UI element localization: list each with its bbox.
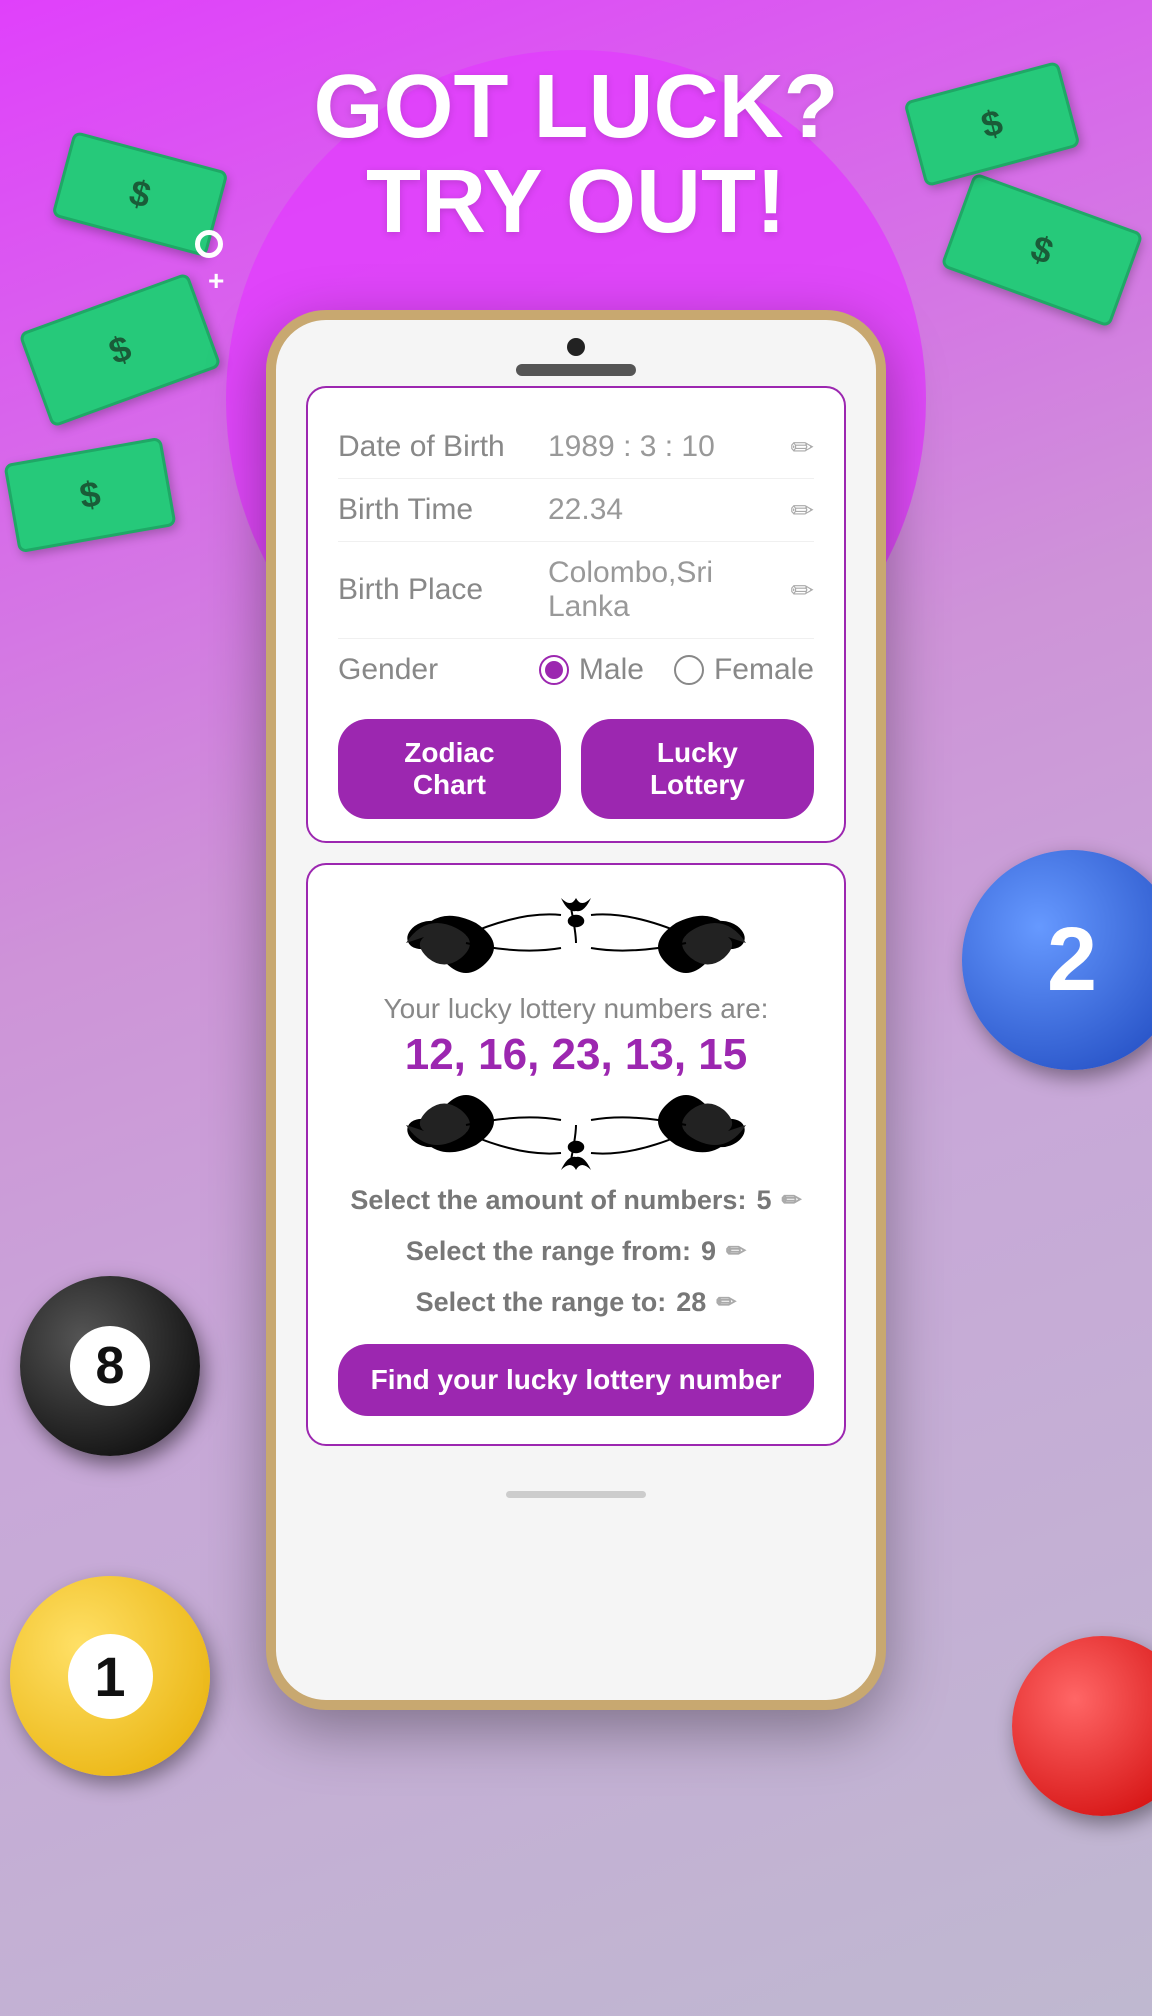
gender-label: Gender bbox=[338, 653, 539, 687]
lottery-card: Your lucky lottery numbers are: 12, 16, … bbox=[306, 863, 846, 1446]
birthplace-row: Birth Place Colombo,Sri Lanka ✏ bbox=[338, 542, 814, 639]
dob-value: 1989 : 3 : 10 bbox=[548, 430, 783, 464]
gender-female-option[interactable]: Female bbox=[674, 653, 814, 687]
find-lucky-number-button[interactable]: Find your lucky lottery number bbox=[338, 1344, 814, 1416]
gender-male-dot bbox=[545, 661, 563, 679]
dot-circle bbox=[195, 230, 223, 258]
gender-male-label: Male bbox=[579, 653, 644, 687]
ornament-top bbox=[406, 893, 746, 983]
amount-label: Select the amount of numbers: bbox=[350, 1185, 746, 1216]
zodiac-chart-button[interactable]: Zodiac Chart bbox=[338, 719, 561, 819]
header-line2: TRY OUT! bbox=[0, 155, 1152, 250]
home-indicator bbox=[506, 1491, 646, 1498]
range-from-row: Select the range from: 9 ✏ bbox=[338, 1236, 814, 1267]
dob-label: Date of Birth bbox=[338, 430, 548, 464]
birthplace-label: Birth Place bbox=[338, 573, 548, 607]
info-card: Date of Birth 1989 : 3 : 10 ✏ Birth Time… bbox=[306, 386, 846, 843]
header: GOT LUCK? TRY OUT! bbox=[0, 60, 1152, 249]
gender-female-label: Female bbox=[714, 653, 814, 687]
header-line1: GOT LUCK? bbox=[0, 60, 1152, 155]
lucky-numbers: 12, 16, 23, 13, 15 bbox=[405, 1030, 748, 1080]
amount-value: 5 bbox=[756, 1185, 771, 1216]
birthplace-value: Colombo,Sri Lanka bbox=[548, 556, 783, 624]
gender-options: Male Female bbox=[539, 653, 814, 687]
gender-row: Gender Male Female bbox=[338, 639, 814, 701]
phone-camera bbox=[567, 338, 585, 356]
range-from-value: 9 bbox=[701, 1236, 716, 1267]
ball-8: 8 bbox=[20, 1276, 200, 1456]
gender-male-option[interactable]: Male bbox=[539, 653, 644, 687]
ball-8-number: 8 bbox=[70, 1326, 150, 1406]
birthtime-label: Birth Time bbox=[338, 493, 548, 527]
ball-2-number: 2 bbox=[1047, 909, 1097, 1012]
ornament-bottom bbox=[406, 1085, 746, 1175]
range-from-label: Select the range from: bbox=[406, 1236, 691, 1267]
action-buttons: Zodiac Chart Lucky Lottery bbox=[338, 719, 814, 819]
amount-edit-icon[interactable]: ✏ bbox=[781, 1186, 801, 1215]
gender-male-radio[interactable] bbox=[539, 655, 569, 685]
amount-row: Select the amount of numbers: 5 ✏ bbox=[338, 1185, 814, 1216]
birthtime-row: Birth Time 22.34 ✏ bbox=[338, 479, 814, 542]
birthtime-value: 22.34 bbox=[548, 493, 783, 527]
ball-1-number: 1 bbox=[68, 1634, 153, 1719]
range-to-value: 28 bbox=[676, 1287, 706, 1318]
ball-1: 1 bbox=[10, 1576, 210, 1776]
phone-top bbox=[276, 320, 876, 386]
birthplace-edit-icon[interactable]: ✏ bbox=[791, 574, 814, 607]
dot-plus: + bbox=[208, 265, 224, 297]
range-to-row: Select the range to: 28 ✏ bbox=[338, 1287, 814, 1318]
dob-row: Date of Birth 1989 : 3 : 10 ✏ bbox=[338, 416, 814, 479]
dob-edit-icon[interactable]: ✏ bbox=[791, 431, 814, 464]
range-to-label: Select the range to: bbox=[416, 1287, 667, 1318]
range-from-edit-icon[interactable]: ✏ bbox=[726, 1237, 746, 1266]
range-to-edit-icon[interactable]: ✏ bbox=[716, 1288, 736, 1317]
phone-content: Date of Birth 1989 : 3 : 10 ✏ Birth Time… bbox=[276, 386, 876, 1476]
birthtime-edit-icon[interactable]: ✏ bbox=[791, 494, 814, 527]
gender-female-radio[interactable] bbox=[674, 655, 704, 685]
lucky-lottery-button[interactable]: Lucky Lottery bbox=[581, 719, 814, 819]
phone: Date of Birth 1989 : 3 : 10 ✏ Birth Time… bbox=[266, 310, 886, 1710]
phone-bottom bbox=[276, 1476, 876, 1518]
phone-speaker bbox=[516, 364, 636, 376]
lucky-subtitle: Your lucky lottery numbers are: bbox=[384, 993, 769, 1025]
